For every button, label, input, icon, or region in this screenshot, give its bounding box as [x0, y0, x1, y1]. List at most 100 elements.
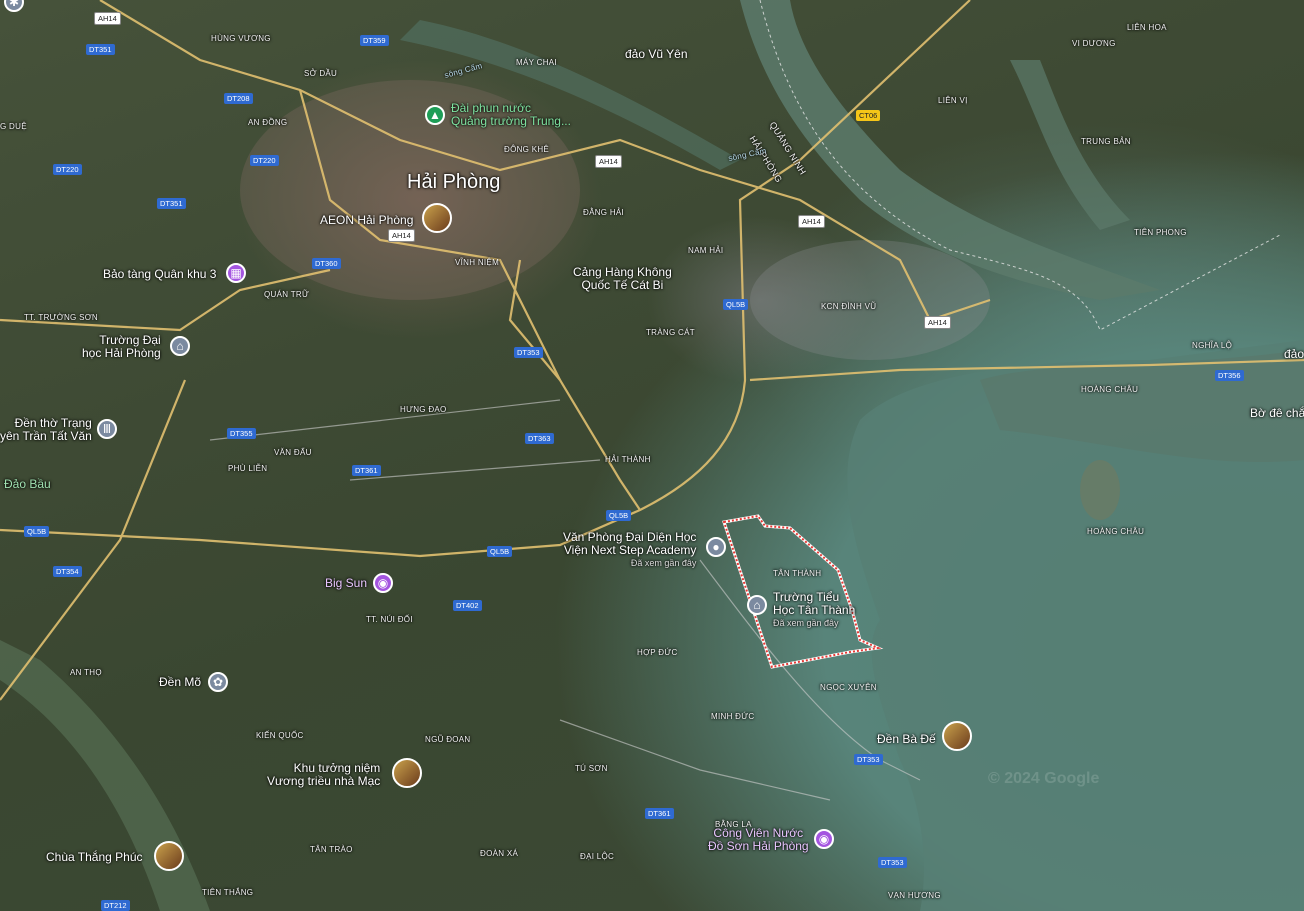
place-label: Bờ đê chắ	[1250, 406, 1304, 420]
area-label: VĂN ĐẨU	[274, 448, 312, 457]
poi-den-mo[interactable]: Đền Mõ	[159, 676, 201, 689]
copyright-watermark: © 2024 Google	[988, 770, 1100, 787]
road-shield: QL5B	[723, 299, 749, 310]
area-label: KCN ĐÌNH VŨ	[821, 302, 877, 311]
road-shield: DT355	[227, 428, 256, 439]
museum-icon[interactable]: ▦	[226, 263, 246, 283]
poi-van-phong[interactable]: Văn Phòng Đại Diện Học Viện Next Step Ac…	[563, 531, 696, 570]
road-shield: DT359	[360, 35, 389, 46]
city-label[interactable]: Hải Phòng	[407, 171, 500, 194]
area-label: LIÊN HOA	[1127, 23, 1167, 32]
poi-label: Đồ Sơn Hải Phòng	[708, 839, 809, 853]
map-canvas[interactable]: HÙNG VƯƠNG SỞ DẦU MÁY CHAI AN ĐỒNG ĐÔNG …	[0, 0, 1304, 911]
area-label: HƯNG ĐẠO	[400, 405, 447, 414]
road-shield: DT351	[86, 44, 115, 55]
poi-label: học Hải Phòng	[82, 346, 161, 360]
area-label: MÁY CHAI	[516, 58, 557, 67]
road-shield: DT363	[525, 433, 554, 444]
road-shield: DT360	[312, 258, 341, 269]
road-shield: AH14	[924, 316, 951, 329]
school-icon[interactable]: ⌂	[747, 595, 767, 615]
poi-khu-tuong-niem[interactable]: Khu tưởng niệm Vương triều nhà Mạc	[267, 762, 380, 788]
area-label: TT. TRƯỜNG SƠN	[24, 313, 98, 322]
area-label: AN THỌ	[70, 668, 102, 677]
area-label: G DUỆ	[0, 122, 27, 131]
area-label: HOÀNG CHÂU	[1087, 527, 1145, 536]
island-label: đảo Vũ Yên	[625, 47, 688, 61]
area-label: MINH ĐỨC	[711, 712, 755, 721]
poi-dai-phun-nuoc[interactable]: Đài phun nước Quảng trường Trung...	[451, 102, 571, 128]
tree-icon[interactable]: ▲	[425, 105, 445, 125]
area-label: HỢP ĐỨC	[637, 648, 678, 657]
area-label: NAM HẢI	[688, 246, 724, 255]
area-label: QUÁN TRỮ	[264, 290, 310, 299]
road-shield: DT353	[514, 347, 543, 358]
road-shield: AH14	[388, 229, 415, 242]
area-label: TIÊN PHONG	[1134, 228, 1187, 237]
poi-chua-thang-phuc[interactable]: Chùa Thắng Phúc	[46, 851, 143, 864]
poi-label: Vương triều nhà Mạc	[267, 774, 381, 788]
area-label: TÂN THÀNH	[773, 569, 822, 578]
area-label: NGŨ ĐOAN	[425, 735, 471, 744]
poi-den-tho[interactable]: Đền thờ Trạng yên Trần Tất Văn	[0, 417, 92, 443]
area-label: VĨNH NIỆM	[455, 258, 500, 267]
den-ba-de-thumbnail[interactable]	[942, 721, 972, 751]
temple-icon[interactable]: ✿	[208, 672, 228, 692]
road-shield: DT356	[1215, 370, 1244, 381]
area-label: TRÀNG CÁT	[646, 328, 695, 337]
road-shield: DT361	[645, 808, 674, 819]
poi-label: yên Trần Tất Văn	[0, 429, 92, 443]
road-shield: AH14	[798, 215, 825, 228]
area-label: TRUNG BẢN	[1081, 137, 1131, 146]
poi-big-sun[interactable]: Big Sun	[325, 577, 367, 590]
area-label: ĐÔNG KHÊ	[504, 145, 550, 154]
area-label: NGỌC XUYÊN	[820, 683, 877, 692]
poi-den-ba-de[interactable]: Đền Bà Đế	[877, 733, 936, 746]
poi-label: Quảng trường Trung...	[451, 114, 571, 128]
poi-bao-tang[interactable]: Bảo tàng Quân khu 3	[103, 268, 216, 281]
camera-icon[interactable]: ◉	[373, 573, 393, 593]
area-label: TÚ SƠN	[575, 764, 608, 773]
school-icon[interactable]: ⌂	[170, 336, 190, 356]
area-label: TÂN TRÀO	[310, 845, 353, 854]
road-shield: DT402	[453, 600, 482, 611]
area-label: TIÊN THẮNG	[202, 888, 254, 897]
area-label: VẠN HƯƠNG	[888, 891, 941, 900]
road-shield: DT354	[53, 566, 82, 577]
area-label: KIẾN QUỐC	[256, 731, 304, 740]
chua-thang-phuc-thumbnail[interactable]	[154, 841, 184, 871]
temple-icon[interactable]: Ⅲ	[97, 419, 117, 439]
area-label: LIÊN VỊ	[938, 96, 968, 105]
poi-aeon[interactable]: AEON Hải Phòng	[320, 214, 413, 227]
khu-tuong-niem-thumbnail[interactable]	[392, 758, 422, 788]
poi-cong-vien-nuoc[interactable]: Công Viên Nước Đồ Sơn Hải Phòng	[708, 827, 809, 853]
poi-visited-label: Đã xem gần đây	[630, 558, 697, 568]
camera-icon[interactable]: ◉	[814, 829, 834, 849]
area-label: VI DƯƠNG	[1072, 39, 1116, 48]
poi-truong-dai-hoc[interactable]: Trường Đại học Hải Phòng	[82, 334, 161, 360]
road-shield: DT361	[352, 465, 381, 476]
area-label: ĐẰNG HẢI	[583, 208, 625, 217]
area-label: HOÀNG CHÂU	[1081, 385, 1139, 394]
poi-cang-hang-khong[interactable]: Cảng Hàng Không Quốc Tế Cát Bi	[573, 266, 672, 292]
poi-visited-label: Đã xem gần đây	[773, 618, 839, 628]
poi-truong-tieu-hoc[interactable]: Trường Tiểu Học Tân Thành Đã xem gần đây	[773, 591, 855, 630]
area-label: NGHĨA LỘ	[1192, 341, 1233, 350]
road-shield: DT220	[250, 155, 279, 166]
island-label: Đảo Bầu	[4, 477, 51, 491]
pin-icon[interactable]: ●	[706, 537, 726, 557]
area-label: ĐẠI LỘC	[580, 852, 615, 861]
road-shield: AH14	[94, 12, 121, 25]
road-shield: DT351	[157, 198, 186, 209]
area-label: SỞ DẦU	[304, 69, 338, 78]
area-label: PHÙ LIỄN	[228, 464, 268, 473]
road-shield: DT220	[53, 164, 82, 175]
poi-label: Viện Next Step Academy	[563, 543, 697, 557]
area-label: AN ĐỒNG	[248, 118, 288, 127]
island-label: đảo	[1284, 347, 1304, 361]
road-shield: QL5B	[487, 546, 513, 557]
aeon-thumbnail[interactable]	[422, 203, 452, 233]
poi-label: Quốc Tế Cát Bi	[581, 278, 664, 292]
road-shield: CT06	[856, 110, 881, 121]
road-shield: DT353	[878, 857, 907, 868]
